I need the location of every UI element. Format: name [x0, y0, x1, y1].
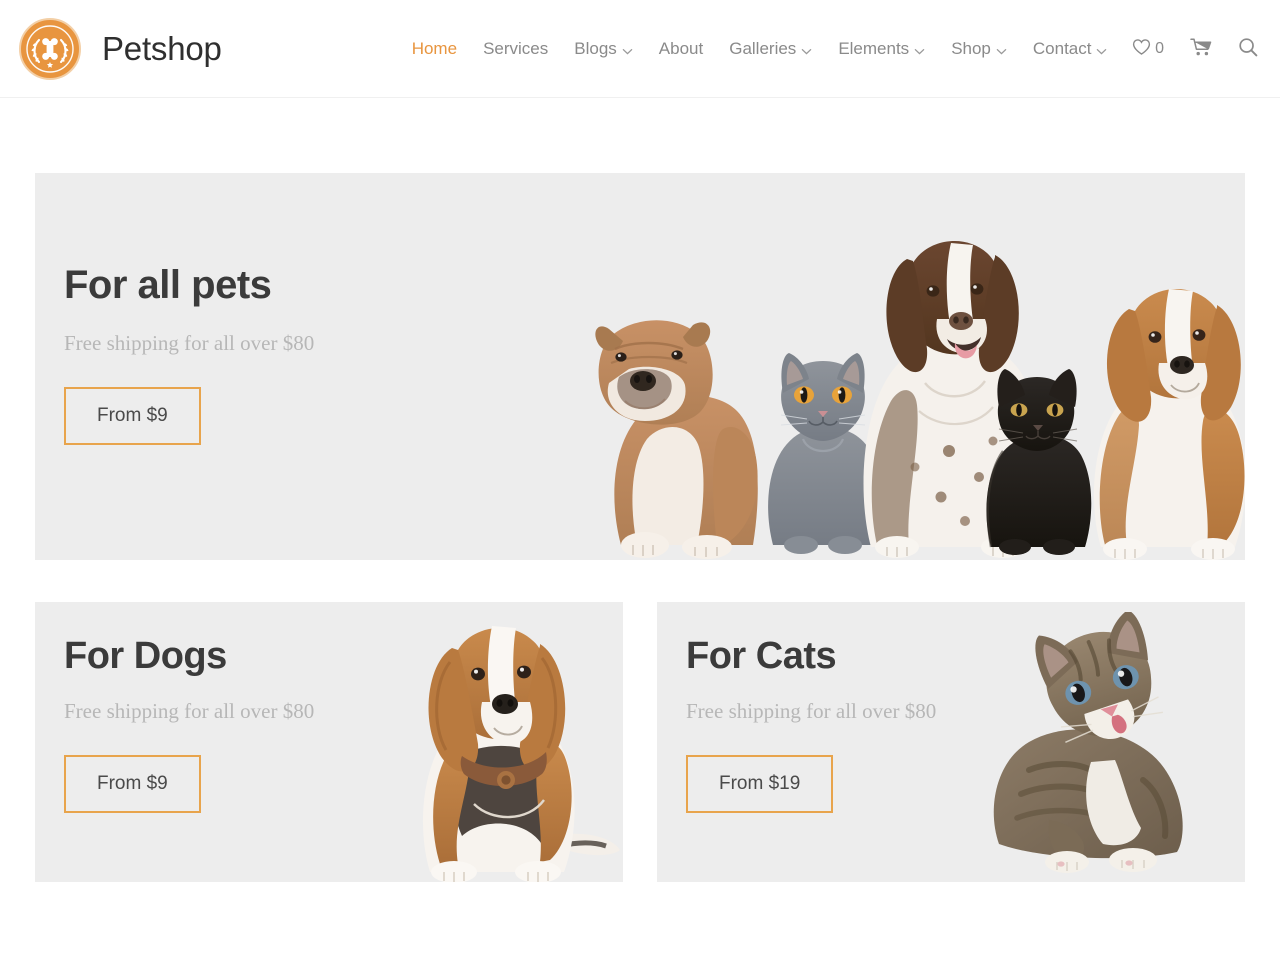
nav-item-label: Home	[411, 38, 458, 58]
promo-dogs-price-button[interactable]: From $9	[64, 755, 201, 813]
nav-item-services[interactable]: Services	[483, 39, 548, 59]
promo-dogs-subtitle: Free shipping for all over $80	[64, 699, 315, 723]
search-icon	[1238, 37, 1258, 62]
chevron-down-icon	[622, 40, 633, 60]
nav-item-elements[interactable]: Elements	[838, 38, 925, 60]
brand-logo[interactable]: Petshop	[19, 17, 222, 80]
chevron-down-icon	[914, 40, 925, 60]
heart-icon	[1132, 38, 1151, 61]
promo-dogs-title: For Dogs	[64, 635, 227, 677]
nav-item-about[interactable]: About	[659, 39, 703, 59]
nav-item-label: Services	[483, 38, 549, 58]
hero-banner[interactable]: For all pets Free shipping for all over …	[35, 173, 1245, 560]
chevron-down-icon	[1096, 40, 1107, 60]
hero-subtitle: Free shipping for all over $80	[64, 331, 315, 355]
chevron-down-icon	[996, 40, 1007, 60]
bone-laurel-badge-icon	[19, 17, 81, 80]
nav-item-contact[interactable]: Contact	[1033, 38, 1108, 60]
promo-cats-copy: For Cats Free shipping for all over $80 …	[686, 637, 936, 813]
nav-item-label: Contact	[1032, 38, 1092, 58]
wishlist-count: 0	[1155, 40, 1164, 57]
shopping-cart-icon	[1190, 37, 1212, 62]
promo-row: For Dogs Free shipping for all over $80 …	[35, 602, 1245, 882]
beagle-dog-illustration	[388, 610, 623, 882]
promo-cats-subtitle: Free shipping for all over $80	[686, 699, 937, 723]
promo-cats-price-button[interactable]: From $19	[686, 755, 834, 813]
cart-button[interactable]	[1190, 37, 1212, 62]
promo-card-dogs[interactable]: For Dogs Free shipping for all over $80 …	[35, 602, 623, 882]
nav-item-label: About	[658, 38, 704, 58]
nav-item-blogs[interactable]: Blogs	[574, 38, 633, 60]
nav-item-label: Galleries	[729, 38, 797, 58]
site-header: Petshop Home Services Blogs About Galler…	[0, 0, 1280, 98]
promo-card-cats[interactable]: For Cats Free shipping for all over $80 …	[657, 602, 1245, 882]
tabby-kitten-illustration	[983, 612, 1233, 882]
nav-item-label: Shop	[951, 38, 991, 58]
main-navigation: Home Services Blogs About Galleries Elem…	[412, 38, 1108, 60]
header-actions: 0	[1132, 0, 1258, 98]
hero-price-button[interactable]: From $9	[64, 387, 201, 445]
hero-pets-illustration	[585, 215, 1245, 560]
promo-dogs-copy: For Dogs Free shipping for all over $80 …	[64, 637, 314, 813]
nav-item-galleries[interactable]: Galleries	[729, 38, 812, 60]
nav-item-label: Blogs	[574, 38, 617, 58]
main-content: For all pets Free shipping for all over …	[0, 173, 1280, 882]
brand-name: Petshop	[102, 29, 222, 67]
hero-title: For all pets	[64, 263, 272, 307]
nav-item-home[interactable]: Home	[412, 39, 457, 59]
promo-cats-title: For Cats	[686, 635, 837, 677]
nav-item-shop[interactable]: Shop	[951, 38, 1007, 60]
hero-copy: For all pets Free shipping for all over …	[64, 265, 314, 445]
wishlist-button[interactable]: 0	[1132, 38, 1164, 61]
nav-item-label: Elements	[838, 38, 910, 58]
chevron-down-icon	[801, 40, 812, 60]
search-button[interactable]	[1238, 37, 1258, 62]
